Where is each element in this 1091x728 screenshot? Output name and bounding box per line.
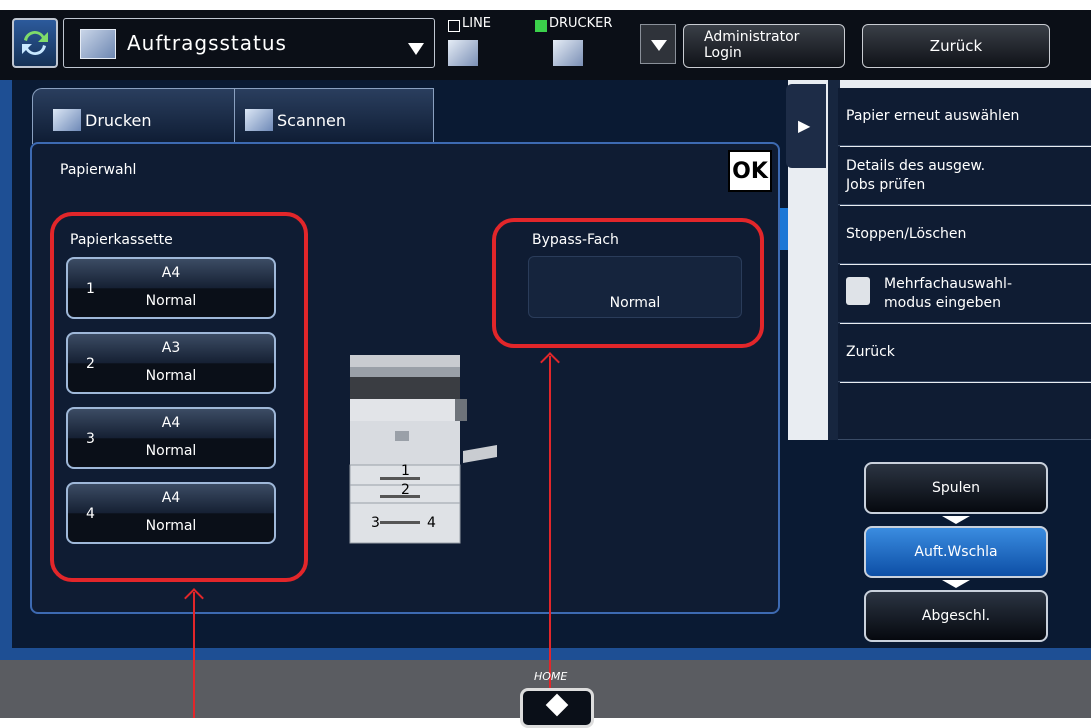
menu-check-job-details-label: Details des ausgew. Jobs prüfen bbox=[846, 157, 986, 193]
mode-switch-icon[interactable] bbox=[12, 18, 58, 68]
multi-select-checkbox[interactable] bbox=[846, 277, 870, 305]
job-queue-button[interactable]: Auft.Wschla bbox=[864, 526, 1048, 578]
menu-reselect-paper-label: Papier erneut auswählen bbox=[846, 108, 1020, 124]
menu-stop-delete-label: Stoppen/Löschen bbox=[846, 226, 967, 242]
job-status-label: Auftragsstatus bbox=[127, 31, 287, 55]
admin-label-line1: Administrator bbox=[704, 29, 800, 45]
side-panel-toggle[interactable]: ▶ bbox=[786, 84, 826, 168]
annotation-line-bypass bbox=[549, 356, 551, 718]
line-label: LINE bbox=[462, 16, 492, 31]
menu-reselect-paper[interactable]: Papier erneut auswählen bbox=[838, 88, 1091, 146]
printer-status-box bbox=[535, 20, 547, 32]
spool-button-label: Spulen bbox=[931, 480, 981, 496]
menu-back-label: Zurück bbox=[846, 344, 895, 360]
screen-border-bottom bbox=[0, 648, 1091, 660]
printer-icon bbox=[553, 40, 583, 66]
collapse-arrow-icon: ▶ bbox=[798, 116, 811, 135]
job-status-dropdown[interactable]: Auftragsstatus bbox=[63, 18, 435, 68]
admin-login-button[interactable]: Administrator Login bbox=[683, 24, 845, 68]
line-indicator: LINE bbox=[448, 16, 528, 70]
copier-tray-3-label: 3 bbox=[371, 515, 380, 531]
copier-tray-4-label: 4 bbox=[427, 515, 436, 531]
back-button[interactable]: Zurück bbox=[862, 24, 1050, 68]
home-button[interactable] bbox=[520, 688, 594, 728]
chevron-down-icon bbox=[408, 43, 424, 55]
menu-check-job-details[interactable]: Details des ausgew. Jobs prüfen bbox=[838, 147, 1091, 205]
job-queue-button-label: Auft.Wschla bbox=[914, 544, 998, 560]
ok-button[interactable]: OK bbox=[728, 150, 772, 192]
down-arrow-icon bbox=[942, 516, 970, 524]
dialog-title: Papierwahl bbox=[60, 162, 137, 178]
copier-illustration: 1 2 3 4 bbox=[345, 355, 500, 545]
printer-indicator: DRUCKER bbox=[535, 16, 635, 70]
admin-label-line2: Login bbox=[704, 45, 742, 61]
menu-multi-select[interactable]: Mehrfachauswahl- modus eingeben bbox=[838, 265, 1091, 323]
tab-print[interactable]: Drucken bbox=[32, 88, 254, 144]
mode-dropdown[interactable] bbox=[640, 24, 676, 64]
copier-tray-1-label: 1 bbox=[401, 463, 410, 479]
line-status-box bbox=[448, 20, 460, 32]
back-button-label: Zurück bbox=[929, 37, 983, 55]
home-icon bbox=[545, 693, 569, 717]
completed-button[interactable]: Abgeschl. bbox=[864, 590, 1048, 642]
menu-multi-select-label: Mehrfachauswahl- modus eingeben bbox=[884, 276, 1012, 311]
menu-empty-row bbox=[838, 383, 1091, 440]
job-status-icon bbox=[80, 29, 116, 59]
recycle-arrows-icon bbox=[22, 31, 48, 55]
menu-back[interactable]: Zurück bbox=[838, 324, 1091, 382]
home-label: HOME bbox=[534, 670, 568, 683]
tab-scan[interactable]: Scannen bbox=[234, 88, 434, 144]
completed-button-label: Abgeschl. bbox=[921, 608, 991, 624]
screen-border-left bbox=[0, 80, 12, 660]
copier-icon: 1 2 3 4 bbox=[349, 355, 497, 544]
chevron-down-icon bbox=[651, 40, 667, 51]
spool-button[interactable]: Spulen bbox=[864, 462, 1048, 514]
down-arrow-icon bbox=[942, 580, 970, 588]
print-icon bbox=[53, 109, 81, 131]
scan-icon bbox=[245, 109, 273, 131]
tab-print-label: Drucken bbox=[85, 111, 152, 130]
annotation-line-cassette bbox=[193, 592, 195, 718]
tab-scan-label: Scannen bbox=[277, 111, 347, 130]
annotation-box-bypass bbox=[492, 218, 764, 348]
annotation-box-cassette bbox=[50, 212, 308, 582]
menu-stop-delete[interactable]: Stoppen/Löschen bbox=[838, 206, 1091, 264]
printer-label: DRUCKER bbox=[549, 16, 613, 31]
line-icon bbox=[448, 40, 478, 66]
copier-tray-2-label: 2 bbox=[401, 482, 410, 498]
